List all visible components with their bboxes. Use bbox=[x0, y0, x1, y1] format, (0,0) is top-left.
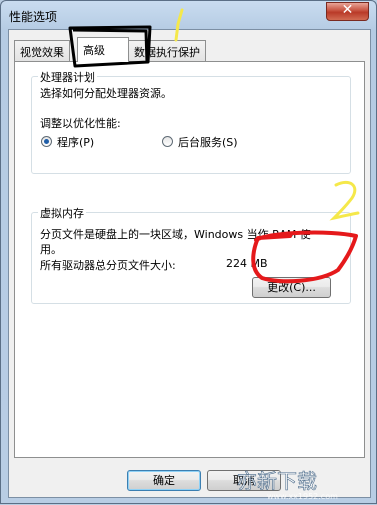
close-icon: ✕ bbox=[341, 2, 354, 18]
group-legend: 处理器计划 bbox=[38, 69, 97, 85]
watermark-icon: 亦新下载 www.xx1952.com bbox=[237, 469, 338, 501]
radio-label[interactable]: 程序(P) bbox=[57, 134, 94, 150]
radio-label[interactable]: 后台服务(S) bbox=[178, 134, 238, 150]
virtual-memory-group: 虚拟内存 分页文件是硬盘上的一块区域，Windows 当作 RAM 使 用。 所… bbox=[31, 205, 351, 304]
total-paging-size-value: 224 MB bbox=[226, 257, 268, 270]
radio-button[interactable] bbox=[162, 136, 173, 147]
watermark-url: www.xx1952.com bbox=[267, 492, 338, 501]
window-title: 性能选项 bbox=[9, 10, 58, 24]
processor-description: 选择如何分配处理器资源。 bbox=[40, 87, 172, 100]
tab-label: 视觉效果 bbox=[20, 46, 64, 59]
virtual-memory-description-line2: 用。 bbox=[40, 243, 62, 256]
tab-label: 数据执行保护 bbox=[134, 46, 200, 59]
tab-data-execution-prevention[interactable]: 数据执行保护 bbox=[128, 40, 206, 61]
change-virtual-memory-button[interactable]: 更改(C)... bbox=[252, 277, 331, 298]
group-legend: 虚拟内存 bbox=[38, 205, 86, 221]
total-paging-size-label: 所有驱动器总分页文件大小: bbox=[40, 259, 176, 272]
ok-button[interactable]: 确定 bbox=[127, 470, 201, 491]
tab-label: 高级 bbox=[83, 44, 105, 57]
close-button[interactable]: ✕ bbox=[326, 2, 369, 21]
dialog-client-area: 视觉效果 高级 数据执行保护 处理器计划 选择如何分配处理器资源。 调整以优化性… bbox=[8, 29, 371, 498]
virtual-memory-description-line1: 分页文件是硬盘上的一块区域，Windows 当作 RAM 使 bbox=[40, 228, 311, 241]
tab-visual-effects[interactable]: 视觉效果 bbox=[14, 40, 70, 61]
watermark-text: 亦新下载 bbox=[237, 469, 317, 493]
advanced-tab-panel: 处理器计划 选择如何分配处理器资源。 调整以优化性能: 程序(P) 后台服务(S… bbox=[14, 61, 365, 458]
watermark-logo: 亦新下载 www.xx1952.com bbox=[233, 464, 373, 502]
performance-options-window: 性能选项 ✕ 视觉效果 高级 数据执行保护 处理器计划 选择如何分配处理器资源。… bbox=[0, 0, 377, 504]
title-bar[interactable]: 性能选项 ✕ bbox=[1, 1, 376, 29]
tab-advanced[interactable]: 高级 bbox=[77, 37, 129, 62]
adjust-performance-label: 调整以优化性能: bbox=[40, 117, 121, 130]
processor-scheduling-group: 处理器计划 选择如何分配处理器资源。 调整以优化性能: 程序(P) 后台服务(S… bbox=[31, 69, 351, 174]
radio-button[interactable] bbox=[41, 136, 52, 147]
